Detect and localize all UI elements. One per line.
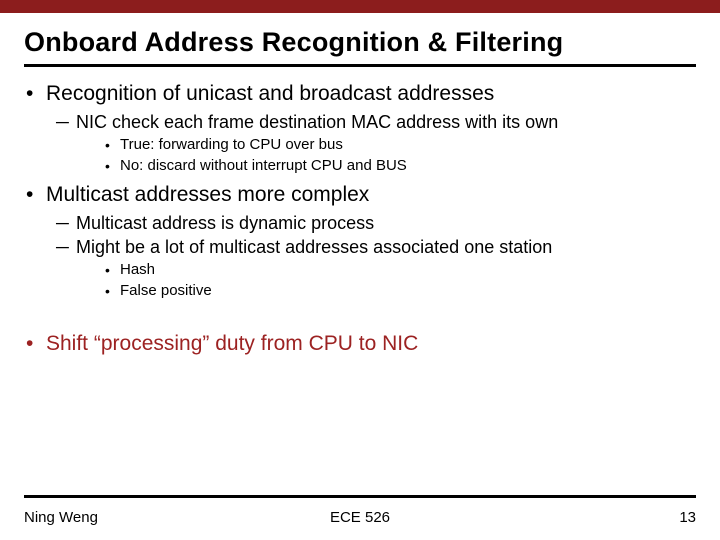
footer-page-number: 13	[679, 509, 696, 526]
bullet-text: Multicast addresses more complex	[46, 182, 369, 208]
bullet-dot-icon: •	[24, 182, 46, 208]
bullet-dot-icon: •	[104, 281, 120, 301]
bullet-list-level-2: ─Multicast address is dynamic process─Mi…	[56, 212, 696, 301]
bullet-dot-icon: •	[104, 260, 120, 280]
bullet-text: No: discard without interrupt CPU and BU…	[120, 156, 407, 176]
slide-title: Onboard Address Recognition & Filtering	[24, 27, 696, 58]
bullet-level-2: ─Multicast address is dynamic process	[56, 212, 696, 234]
top-accent-bar	[0, 0, 720, 13]
bullet-dot-icon: •	[104, 156, 120, 176]
bullet-level-1: •Multicast addresses more complex─Multic…	[24, 182, 696, 301]
bullet-list-level-3: •True: forwarding to CPU over bus•No: di…	[104, 135, 696, 176]
spacer	[24, 307, 696, 325]
bullet-level-3: •False positive	[104, 281, 696, 301]
bullet-list: •Recognition of unicast and broadcast ad…	[24, 81, 696, 357]
bullet-list-level-3: •Hash•False positive	[104, 260, 696, 301]
title-underline	[24, 64, 696, 67]
bullet-dash-icon: ─	[56, 111, 76, 133]
bullet-text: Might be a lot of multicast addresses as…	[76, 236, 552, 258]
bullet-text: Hash	[120, 260, 155, 280]
bullet-text: True: forwarding to CPU over bus	[120, 135, 343, 155]
bullet-dot-icon: •	[24, 331, 46, 357]
bullet-text: NIC check each frame destination MAC add…	[76, 111, 558, 133]
bullet-list-level-2: ─NIC check each frame destination MAC ad…	[56, 111, 696, 176]
bullet-dash-icon: ─	[56, 212, 76, 234]
bullet-text: Shift “processing” duty from CPU to NIC	[46, 331, 418, 357]
slide: Onboard Address Recognition & Filtering …	[0, 0, 720, 540]
footer-rule	[24, 495, 696, 498]
bullet-dot-icon: •	[104, 135, 120, 155]
bullet-level-3: •Hash	[104, 260, 696, 280]
slide-body: •Recognition of unicast and broadcast ad…	[24, 81, 696, 357]
bullet-dot-icon: •	[24, 81, 46, 107]
bullet-level-1: •Shift “processing” duty from CPU to NIC	[24, 331, 696, 357]
bullet-level-2: ─NIC check each frame destination MAC ad…	[56, 111, 696, 176]
bullet-level-3: •True: forwarding to CPU over bus	[104, 135, 696, 155]
bullet-text: Recognition of unicast and broadcast add…	[46, 81, 494, 107]
bullet-text: False positive	[120, 281, 212, 301]
bullet-dash-icon: ─	[56, 236, 76, 258]
bullet-level-2: ─Might be a lot of multicast addresses a…	[56, 236, 696, 301]
footer: Ning Weng ECE 526 13	[24, 509, 696, 526]
footer-course: ECE 526	[24, 509, 696, 526]
bullet-level-1: •Recognition of unicast and broadcast ad…	[24, 81, 696, 176]
footer-author: Ning Weng	[24, 509, 98, 526]
bullet-level-3: •No: discard without interrupt CPU and B…	[104, 156, 696, 176]
bullet-text: Multicast address is dynamic process	[76, 212, 374, 234]
